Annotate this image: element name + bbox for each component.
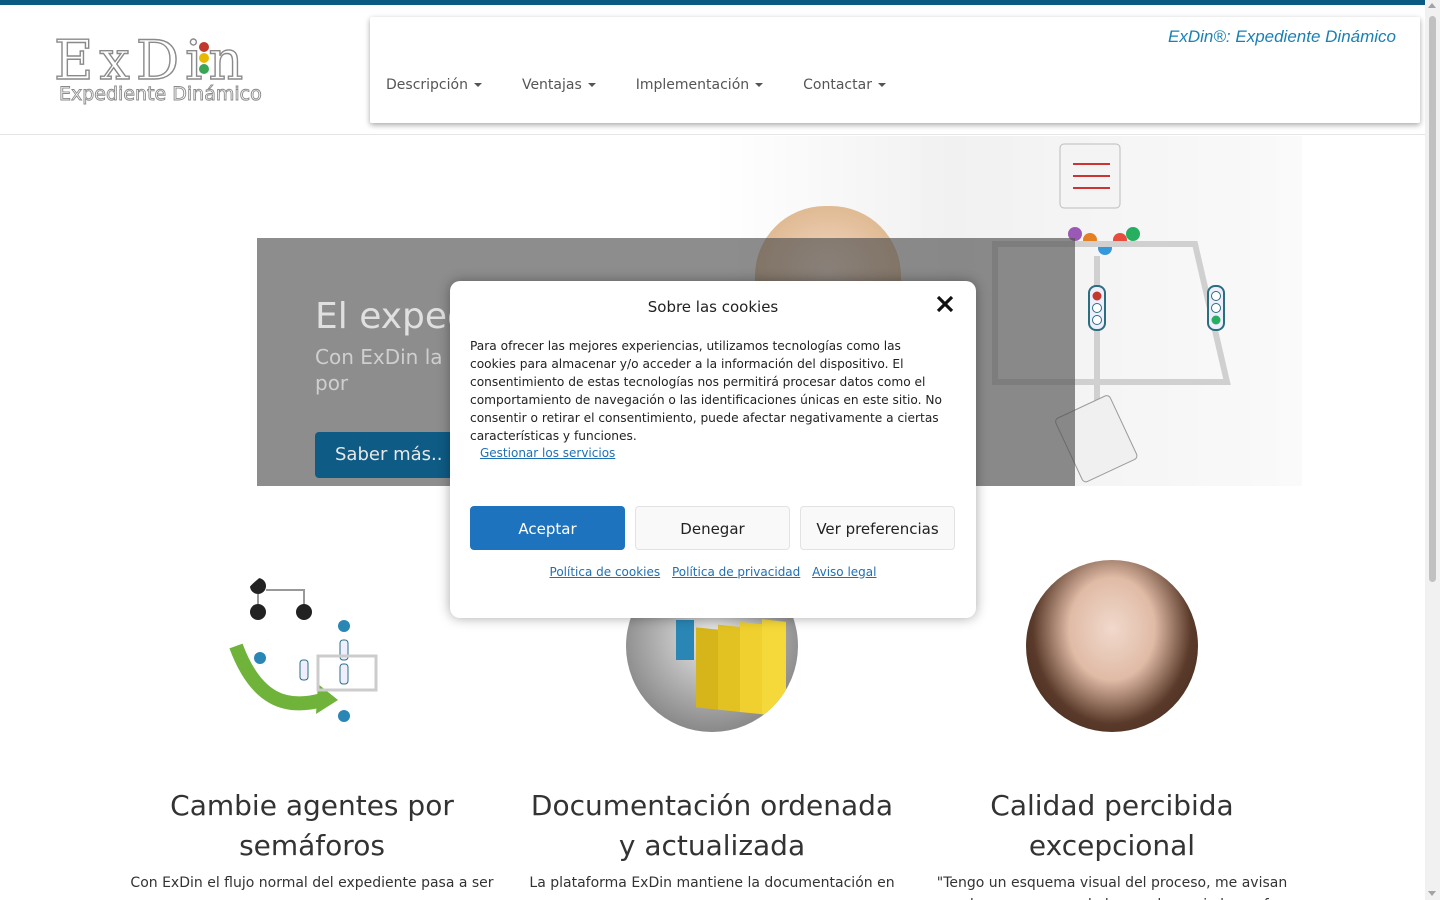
cookie-overlay: Sobre las cookies Para ofrecer las mejor…	[0, 0, 1425, 900]
cookie-policy-link[interactable]: Política de cookies	[550, 565, 661, 579]
scroll-down-arrow-icon[interactable]	[1428, 891, 1436, 896]
scroll-up-arrow-icon[interactable]	[1428, 3, 1436, 8]
manage-services-link[interactable]: Gestionar los servicios	[480, 446, 615, 460]
page-scrollbar[interactable]	[1425, 0, 1440, 900]
cookie-dialog-title: Sobre las cookies	[647, 298, 779, 316]
deny-button[interactable]: Denegar	[635, 506, 790, 550]
legal-notice-link[interactable]: Aviso legal	[812, 565, 876, 579]
cookie-consent-dialog: Sobre las cookies Para ofrecer las mejor…	[450, 281, 976, 618]
close-icon[interactable]	[936, 295, 954, 313]
view-preferences-button[interactable]: Ver preferencias	[800, 506, 955, 550]
cookie-policy-links: Política de cookies Política de privacid…	[450, 565, 976, 579]
scrollbar-thumb[interactable]	[1429, 16, 1436, 582]
accept-button[interactable]: Aceptar	[470, 506, 625, 550]
privacy-policy-link[interactable]: Política de privacidad	[672, 565, 800, 579]
cookie-dialog-body: Para ofrecer las mejores experiencias, u…	[470, 339, 942, 443]
